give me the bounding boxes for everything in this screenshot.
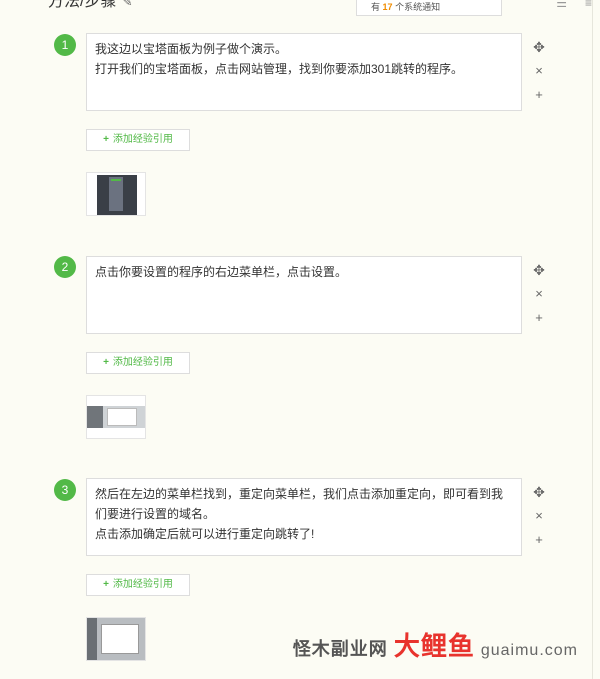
step-text-line: 点击添加确定后就可以进行重定向跳转了!	[95, 527, 315, 541]
add-step-icon[interactable]: +	[532, 83, 546, 107]
list-icon[interactable]: ☰	[556, 0, 567, 10]
menu-icon[interactable]: ≡	[585, 0, 592, 10]
add-step-icon[interactable]: +	[532, 306, 546, 330]
add-citation-label: 添加经验引用	[112, 357, 173, 368]
add-citation-button[interactable]: + 添加经验引用	[86, 129, 190, 151]
notice-suffix: 个系统通知	[395, 2, 441, 12]
step-controls: ✥ × +	[532, 258, 546, 330]
add-citation-button[interactable]: + 添加经验引用	[86, 352, 190, 374]
step-image-thumbnail[interactable]	[86, 617, 146, 661]
edit-pencil-icon[interactable]: ✎	[122, 0, 132, 12]
notice-prefix: 有	[371, 2, 381, 12]
notice-count: 17	[382, 2, 393, 12]
plus-icon: +	[103, 579, 109, 590]
step-number: 3	[54, 479, 76, 501]
top-icons: ☰ ≡	[556, 0, 592, 10]
watermark-text: 怪木副业网	[292, 639, 388, 659]
move-icon[interactable]: ✥	[532, 480, 546, 504]
delete-icon[interactable]: ×	[532, 282, 546, 306]
plus-icon: +	[103, 134, 109, 145]
watermark: 怪木副业网 大鲤鱼 guaimu.com	[293, 626, 578, 663]
step-image-thumbnail[interactable]	[86, 395, 146, 439]
right-divider	[592, 0, 593, 679]
add-citation-button[interactable]: + 添加经验引用	[86, 574, 190, 596]
step-text-field[interactable]: 点击你要设置的程序的右边菜单栏，点击设置。	[86, 256, 522, 334]
watermark-url: guaimu.com	[480, 642, 578, 659]
section-title-text: 方法/步骤	[48, 0, 117, 10]
step-image-thumbnail[interactable]	[86, 172, 146, 216]
section-title: 方法/步骤 ✎	[48, 0, 133, 12]
step-text-line: 然后在左边的菜单栏找到，重定向菜单栏，我们点击添加重定向，即可看到我们要进行设置…	[95, 487, 504, 521]
delete-icon[interactable]: ×	[532, 504, 546, 528]
system-notice[interactable]: 有 17 个系统通知	[356, 0, 502, 16]
delete-icon[interactable]: ×	[532, 59, 546, 83]
add-citation-label: 添加经验引用	[112, 579, 173, 590]
watermark-brand: 大鲤鱼	[393, 631, 475, 661]
step-text-line: 打开我们的宝塔面板，点击网站管理，找到你要添加301跳转的程序。	[95, 62, 464, 76]
step-text-line: 点击你要设置的程序的右边菜单栏，点击设置。	[95, 265, 348, 279]
move-icon[interactable]: ✥	[532, 35, 546, 59]
step-number: 1	[54, 34, 76, 56]
plus-icon: +	[103, 357, 109, 368]
step-number: 2	[54, 256, 76, 278]
add-step-icon[interactable]: +	[532, 528, 546, 552]
step-text-field[interactable]: 我这边以宝塔面板为例子做个演示。 打开我们的宝塔面板，点击网站管理，找到你要添加…	[86, 33, 522, 111]
step-controls: ✥ × +	[532, 35, 546, 107]
add-citation-label: 添加经验引用	[112, 134, 173, 145]
move-icon[interactable]: ✥	[532, 258, 546, 282]
step-text-field[interactable]: 然后在左边的菜单栏找到，重定向菜单栏，我们点击添加重定向，即可看到我们要进行设置…	[86, 478, 522, 556]
step-controls: ✥ × +	[532, 480, 546, 552]
step-text-line: 我这边以宝塔面板为例子做个演示。	[95, 42, 288, 56]
